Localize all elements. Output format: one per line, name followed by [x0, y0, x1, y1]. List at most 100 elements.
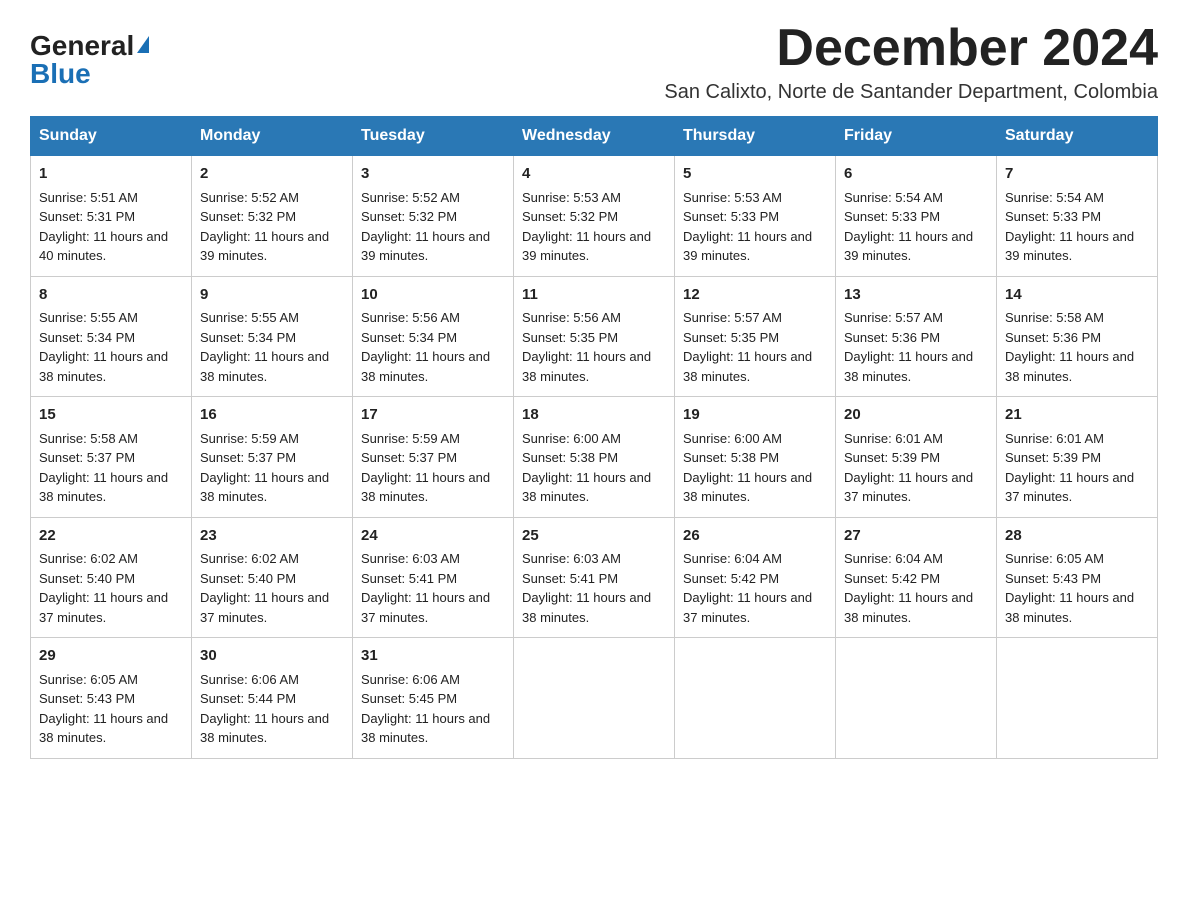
day-info: Sunrise: 6:04 AMSunset: 5:42 PMDaylight:…	[844, 551, 973, 625]
day-number: 7	[1005, 163, 1149, 186]
col-header-wednesday: Wednesday	[514, 117, 675, 156]
day-info: Sunrise: 5:57 AMSunset: 5:36 PMDaylight:…	[844, 310, 973, 384]
day-number: 30	[200, 645, 344, 668]
calendar-cell: 7 Sunrise: 5:54 AMSunset: 5:33 PMDayligh…	[997, 156, 1158, 277]
day-number: 6	[844, 163, 988, 186]
day-info: Sunrise: 6:02 AMSunset: 5:40 PMDaylight:…	[39, 551, 168, 625]
calendar-cell: 10 Sunrise: 5:56 AMSunset: 5:34 PMDaylig…	[353, 276, 514, 397]
calendar-cell: 31 Sunrise: 6:06 AMSunset: 5:45 PMDaylig…	[353, 638, 514, 759]
calendar-cell: 6 Sunrise: 5:54 AMSunset: 5:33 PMDayligh…	[836, 156, 997, 277]
day-number: 10	[361, 284, 505, 307]
day-number: 18	[522, 404, 666, 427]
day-number: 20	[844, 404, 988, 427]
day-number: 8	[39, 284, 183, 307]
day-info: Sunrise: 6:04 AMSunset: 5:42 PMDaylight:…	[683, 551, 812, 625]
day-info: Sunrise: 5:58 AMSunset: 5:36 PMDaylight:…	[1005, 310, 1134, 384]
calendar-cell: 9 Sunrise: 5:55 AMSunset: 5:34 PMDayligh…	[192, 276, 353, 397]
day-number: 13	[844, 284, 988, 307]
calendar-cell: 1 Sunrise: 5:51 AMSunset: 5:31 PMDayligh…	[31, 156, 192, 277]
calendar-week-row: 15 Sunrise: 5:58 AMSunset: 5:37 PMDaylig…	[31, 397, 1158, 518]
calendar-cell: 12 Sunrise: 5:57 AMSunset: 5:35 PMDaylig…	[675, 276, 836, 397]
day-info: Sunrise: 5:55 AMSunset: 5:34 PMDaylight:…	[200, 310, 329, 384]
day-info: Sunrise: 5:56 AMSunset: 5:34 PMDaylight:…	[361, 310, 490, 384]
calendar-cell: 20 Sunrise: 6:01 AMSunset: 5:39 PMDaylig…	[836, 397, 997, 518]
calendar-cell: 17 Sunrise: 5:59 AMSunset: 5:37 PMDaylig…	[353, 397, 514, 518]
day-number: 26	[683, 525, 827, 548]
day-number: 2	[200, 163, 344, 186]
calendar-cell: 8 Sunrise: 5:55 AMSunset: 5:34 PMDayligh…	[31, 276, 192, 397]
day-number: 22	[39, 525, 183, 548]
day-number: 11	[522, 284, 666, 307]
day-number: 27	[844, 525, 988, 548]
day-info: Sunrise: 5:58 AMSunset: 5:37 PMDaylight:…	[39, 431, 168, 505]
calendar-cell: 5 Sunrise: 5:53 AMSunset: 5:33 PMDayligh…	[675, 156, 836, 277]
day-number: 31	[361, 645, 505, 668]
day-info: Sunrise: 6:00 AMSunset: 5:38 PMDaylight:…	[522, 431, 651, 505]
month-title: December 2024	[664, 20, 1158, 77]
calendar-cell	[836, 638, 997, 759]
calendar-cell: 24 Sunrise: 6:03 AMSunset: 5:41 PMDaylig…	[353, 517, 514, 638]
calendar-cell: 2 Sunrise: 5:52 AMSunset: 5:32 PMDayligh…	[192, 156, 353, 277]
day-number: 21	[1005, 404, 1149, 427]
calendar-cell: 16 Sunrise: 5:59 AMSunset: 5:37 PMDaylig…	[192, 397, 353, 518]
col-header-sunday: Sunday	[31, 117, 192, 156]
day-info: Sunrise: 6:03 AMSunset: 5:41 PMDaylight:…	[361, 551, 490, 625]
col-header-friday: Friday	[836, 117, 997, 156]
day-info: Sunrise: 6:03 AMSunset: 5:41 PMDaylight:…	[522, 551, 651, 625]
day-number: 23	[200, 525, 344, 548]
calendar-cell: 23 Sunrise: 6:02 AMSunset: 5:40 PMDaylig…	[192, 517, 353, 638]
day-number: 12	[683, 284, 827, 307]
calendar-table: SundayMondayTuesdayWednesdayThursdayFrid…	[30, 116, 1158, 759]
calendar-cell: 13 Sunrise: 5:57 AMSunset: 5:36 PMDaylig…	[836, 276, 997, 397]
day-number: 16	[200, 404, 344, 427]
day-info: Sunrise: 5:59 AMSunset: 5:37 PMDaylight:…	[200, 431, 329, 505]
col-header-tuesday: Tuesday	[353, 117, 514, 156]
day-info: Sunrise: 5:54 AMSunset: 5:33 PMDaylight:…	[844, 190, 973, 264]
calendar-cell: 18 Sunrise: 6:00 AMSunset: 5:38 PMDaylig…	[514, 397, 675, 518]
col-header-saturday: Saturday	[997, 117, 1158, 156]
day-number: 14	[1005, 284, 1149, 307]
logo-triangle-icon	[137, 36, 149, 53]
day-info: Sunrise: 6:06 AMSunset: 5:44 PMDaylight:…	[200, 672, 329, 746]
day-info: Sunrise: 5:54 AMSunset: 5:33 PMDaylight:…	[1005, 190, 1134, 264]
calendar-cell: 14 Sunrise: 5:58 AMSunset: 5:36 PMDaylig…	[997, 276, 1158, 397]
calendar-cell: 30 Sunrise: 6:06 AMSunset: 5:44 PMDaylig…	[192, 638, 353, 759]
calendar-cell	[675, 638, 836, 759]
calendar-cell: 4 Sunrise: 5:53 AMSunset: 5:32 PMDayligh…	[514, 156, 675, 277]
day-info: Sunrise: 5:51 AMSunset: 5:31 PMDaylight:…	[39, 190, 168, 264]
calendar-week-row: 29 Sunrise: 6:05 AMSunset: 5:43 PMDaylig…	[31, 638, 1158, 759]
day-number: 29	[39, 645, 183, 668]
day-info: Sunrise: 5:53 AMSunset: 5:32 PMDaylight:…	[522, 190, 651, 264]
day-number: 28	[1005, 525, 1149, 548]
day-number: 5	[683, 163, 827, 186]
day-number: 25	[522, 525, 666, 548]
calendar-cell: 28 Sunrise: 6:05 AMSunset: 5:43 PMDaylig…	[997, 517, 1158, 638]
location-subtitle: San Calixto, Norte de Santander Departme…	[664, 81, 1158, 104]
calendar-cell: 27 Sunrise: 6:04 AMSunset: 5:42 PMDaylig…	[836, 517, 997, 638]
day-number: 24	[361, 525, 505, 548]
day-info: Sunrise: 6:01 AMSunset: 5:39 PMDaylight:…	[1005, 431, 1134, 505]
day-info: Sunrise: 5:52 AMSunset: 5:32 PMDaylight:…	[361, 190, 490, 264]
title-block: December 2024 San Calixto, Norte de Sant…	[664, 20, 1158, 104]
day-number: 9	[200, 284, 344, 307]
day-info: Sunrise: 6:02 AMSunset: 5:40 PMDaylight:…	[200, 551, 329, 625]
day-info: Sunrise: 5:59 AMSunset: 5:37 PMDaylight:…	[361, 431, 490, 505]
calendar-cell: 22 Sunrise: 6:02 AMSunset: 5:40 PMDaylig…	[31, 517, 192, 638]
calendar-cell: 11 Sunrise: 5:56 AMSunset: 5:35 PMDaylig…	[514, 276, 675, 397]
col-header-monday: Monday	[192, 117, 353, 156]
day-info: Sunrise: 5:53 AMSunset: 5:33 PMDaylight:…	[683, 190, 812, 264]
day-info: Sunrise: 5:56 AMSunset: 5:35 PMDaylight:…	[522, 310, 651, 384]
calendar-cell	[997, 638, 1158, 759]
day-info: Sunrise: 6:05 AMSunset: 5:43 PMDaylight:…	[1005, 551, 1134, 625]
calendar-cell: 19 Sunrise: 6:00 AMSunset: 5:38 PMDaylig…	[675, 397, 836, 518]
day-number: 15	[39, 404, 183, 427]
calendar-cell: 15 Sunrise: 5:58 AMSunset: 5:37 PMDaylig…	[31, 397, 192, 518]
page-header: General Blue December 2024 San Calixto, …	[30, 20, 1158, 104]
col-header-thursday: Thursday	[675, 117, 836, 156]
day-info: Sunrise: 6:06 AMSunset: 5:45 PMDaylight:…	[361, 672, 490, 746]
calendar-cell: 29 Sunrise: 6:05 AMSunset: 5:43 PMDaylig…	[31, 638, 192, 759]
calendar-cell: 26 Sunrise: 6:04 AMSunset: 5:42 PMDaylig…	[675, 517, 836, 638]
day-info: Sunrise: 5:57 AMSunset: 5:35 PMDaylight:…	[683, 310, 812, 384]
day-number: 4	[522, 163, 666, 186]
day-number: 17	[361, 404, 505, 427]
